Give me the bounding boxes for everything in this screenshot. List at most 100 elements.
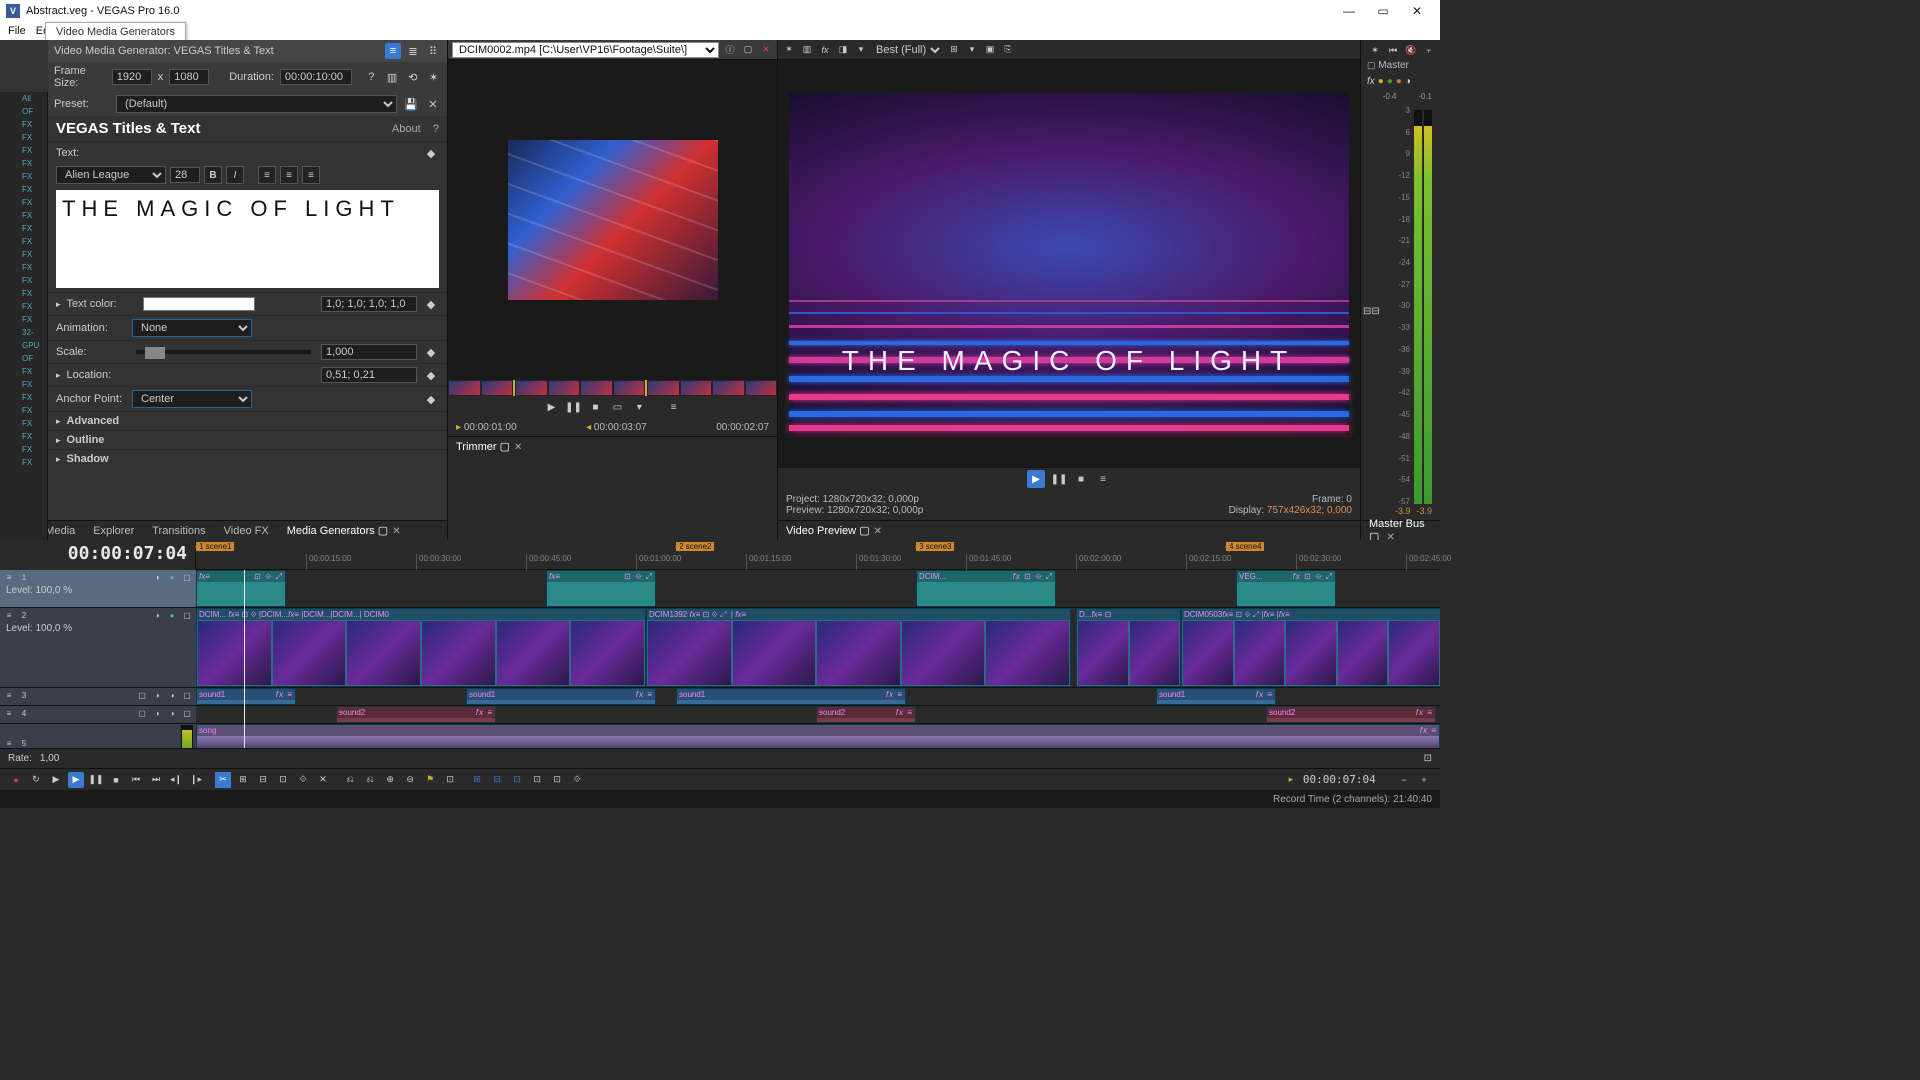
trimmer-more-button[interactable]: ≡	[666, 399, 682, 415]
advanced-section[interactable]: Advanced	[48, 411, 447, 430]
meter-mute-icon[interactable]: 🔇	[1404, 43, 1418, 57]
play-start-button[interactable]: ▶	[48, 772, 64, 788]
location-value[interactable]: 0,51; 0,21	[321, 367, 417, 383]
audio-clip[interactable]: sound2fx ≡	[336, 706, 496, 723]
video-clip[interactable]: D... fx ≡ ⊡	[1076, 608, 1181, 687]
preview-pause-button[interactable]: ❚❚	[1051, 471, 1067, 487]
keyframe-anchor-icon[interactable]: ◆	[423, 391, 439, 407]
music-clip[interactable]: songfx ≡	[196, 724, 1440, 748]
audio-clip[interactable]: sound1fx ≡	[1156, 688, 1276, 705]
keyframe-icon[interactable]: ◆	[423, 145, 439, 161]
title-clip[interactable]: VEG...fx ⊡ ⟐ ⤢	[1236, 570, 1336, 607]
preview-overlay-icon[interactable]: ⊞	[947, 43, 961, 57]
view-grid-icon[interactable]: ⠿	[425, 43, 441, 59]
tool-b[interactable]: ⊟	[255, 772, 271, 788]
loop-button[interactable]: ↻	[28, 772, 44, 788]
marker-2[interactable]: 2 scene2	[676, 542, 714, 551]
help-link[interactable]: ?	[433, 123, 439, 135]
tool-m[interactable]: ⊡	[509, 772, 525, 788]
preview-menu-button[interactable]: ≡	[1095, 471, 1111, 487]
keyframe-color-icon[interactable]: ◆	[423, 296, 439, 312]
tool-p[interactable]: ⟐	[569, 772, 585, 788]
fx-icon[interactable]: fx	[1367, 76, 1375, 92]
rate-reset-icon[interactable]: ⊡	[1424, 753, 1432, 764]
title-clip[interactable]: DCIM...fx ⊡ ⟐ ⤢	[916, 570, 1056, 607]
preview-stop-button[interactable]: ■	[1073, 471, 1089, 487]
meter-settings-icon[interactable]: ✶	[1368, 43, 1382, 57]
tool-e[interactable]: ✕	[315, 772, 331, 788]
preset-select[interactable]: (Default)	[116, 95, 397, 113]
minimize-button[interactable]: —	[1332, 4, 1366, 18]
trimmer-pause-button[interactable]: ❚❚	[565, 399, 581, 415]
about-link[interactable]: About	[392, 123, 421, 135]
tab-trimmer[interactable]: Trimmer ▢✕	[456, 440, 522, 453]
close-button[interactable]: ✕	[1400, 4, 1434, 18]
preview-ext-icon[interactable]: ▥	[800, 43, 814, 57]
font-select[interactable]: Alien League	[56, 166, 166, 184]
meter-dim-icon[interactable]: ⫟	[1422, 43, 1436, 57]
marker-3[interactable]: 3 scene3	[916, 542, 954, 551]
preview-quality-select[interactable]: Best (Full)	[872, 43, 943, 57]
trimmer-file-select[interactable]: DCIM0002.mp4 [C:\User\VP16\Footage\Suite…	[452, 42, 719, 58]
preview-overlay-dd-icon[interactable]: ▾	[965, 43, 979, 57]
trimmer-loop-button[interactable]: ▭	[609, 399, 625, 415]
tool-a[interactable]: ⊞	[235, 772, 251, 788]
audio-clip[interactable]: sound1fx ≡	[676, 688, 906, 705]
align-left-button[interactable]: ≡	[258, 166, 276, 184]
animation-select[interactable]: None	[132, 319, 252, 337]
replace-icon[interactable]: ⟲	[405, 69, 420, 85]
solo-icon[interactable]: ●	[1387, 76, 1393, 92]
trimmer-play-button[interactable]: ▶	[543, 399, 559, 415]
track-header-3[interactable]: ≡3▢◑◑▢	[0, 688, 196, 706]
tab-video-fx[interactable]: Video FX	[224, 525, 269, 537]
prev-frame-button[interactable]: ◂❙	[168, 772, 184, 788]
timeline-ruler[interactable]: 00:00:15:00 00:00:30:00 00:00:45:00 00:0…	[196, 554, 1440, 570]
tool-h[interactable]: ⊕	[382, 772, 398, 788]
scale-slider[interactable]	[136, 350, 311, 354]
title-clip[interactable]: fx ≡⊡ ⟐ ⤢	[196, 570, 286, 607]
tab-explorer[interactable]: Explorer	[93, 525, 134, 537]
zoom-out-icon[interactable]: −	[1396, 772, 1412, 788]
play-button[interactable]: ▶	[68, 772, 84, 788]
trimmer-stop-button[interactable]: ■	[587, 399, 603, 415]
playhead[interactable]	[244, 570, 245, 748]
title-text-input[interactable]: THE MAGIC OF LIGHT	[56, 190, 439, 288]
preview-dropdown-icon[interactable]: ▾	[854, 43, 868, 57]
tool-n[interactable]: ⊡	[529, 772, 545, 788]
save-preset-icon[interactable]: 💾	[403, 96, 419, 112]
tool-o[interactable]: ⊡	[549, 772, 565, 788]
zoom-in-icon[interactable]: +	[1416, 772, 1432, 788]
keyframe-location-icon[interactable]: ◆	[423, 367, 439, 383]
preview-fx-icon[interactable]: fx	[818, 43, 832, 57]
keyframe-scale-icon[interactable]: ◆	[423, 344, 439, 360]
color-swatch[interactable]	[143, 297, 255, 311]
menu-file[interactable]: File	[8, 25, 26, 37]
tool-g[interactable]: ⎌	[362, 772, 378, 788]
italic-button[interactable]: I	[226, 166, 244, 184]
track-header-1[interactable]: ≡1◑●▢ Level: 100,0 %	[0, 570, 196, 608]
preview-settings-icon[interactable]: ✶	[782, 43, 796, 57]
go-end-button[interactable]: ⏭	[148, 772, 164, 788]
track-header-5[interactable]: ≡5 Vol: 0,0 dB▢	[0, 724, 196, 748]
help-icon[interactable]: ?	[364, 69, 379, 85]
match-source-icon[interactable]: ▥	[385, 69, 400, 85]
align-right-button[interactable]: ≡	[302, 166, 320, 184]
frame-height-input[interactable]	[169, 69, 209, 85]
marker-tool[interactable]: ⚑	[422, 772, 438, 788]
trimmer-menu-button[interactable]: ▾	[631, 399, 647, 415]
info-icon[interactable]: ⓘ	[723, 43, 737, 57]
remove-file-icon[interactable]: ✕	[759, 43, 773, 57]
audio-clip[interactable]: sound1fx ≡	[196, 688, 296, 705]
stop-button[interactable]: ■	[108, 772, 124, 788]
audio-clip[interactable]: sound1fx ≡	[466, 688, 656, 705]
tool-c[interactable]: ⊡	[275, 772, 291, 788]
tool-i[interactable]: ⊖	[402, 772, 418, 788]
record-button[interactable]: ●	[8, 772, 24, 788]
audio-clip[interactable]: sound2fx ≡	[1266, 706, 1436, 723]
shadow-section[interactable]: Shadow	[48, 449, 447, 468]
marker-1[interactable]: 1 scene1	[196, 542, 234, 551]
duration-input[interactable]	[280, 69, 352, 85]
rec-icon[interactable]: ●	[1396, 76, 1402, 92]
view-list-icon[interactable]: ≡	[385, 43, 401, 59]
color-value[interactable]: 1,0; 1,0; 1,0; 1,0	[321, 296, 417, 312]
